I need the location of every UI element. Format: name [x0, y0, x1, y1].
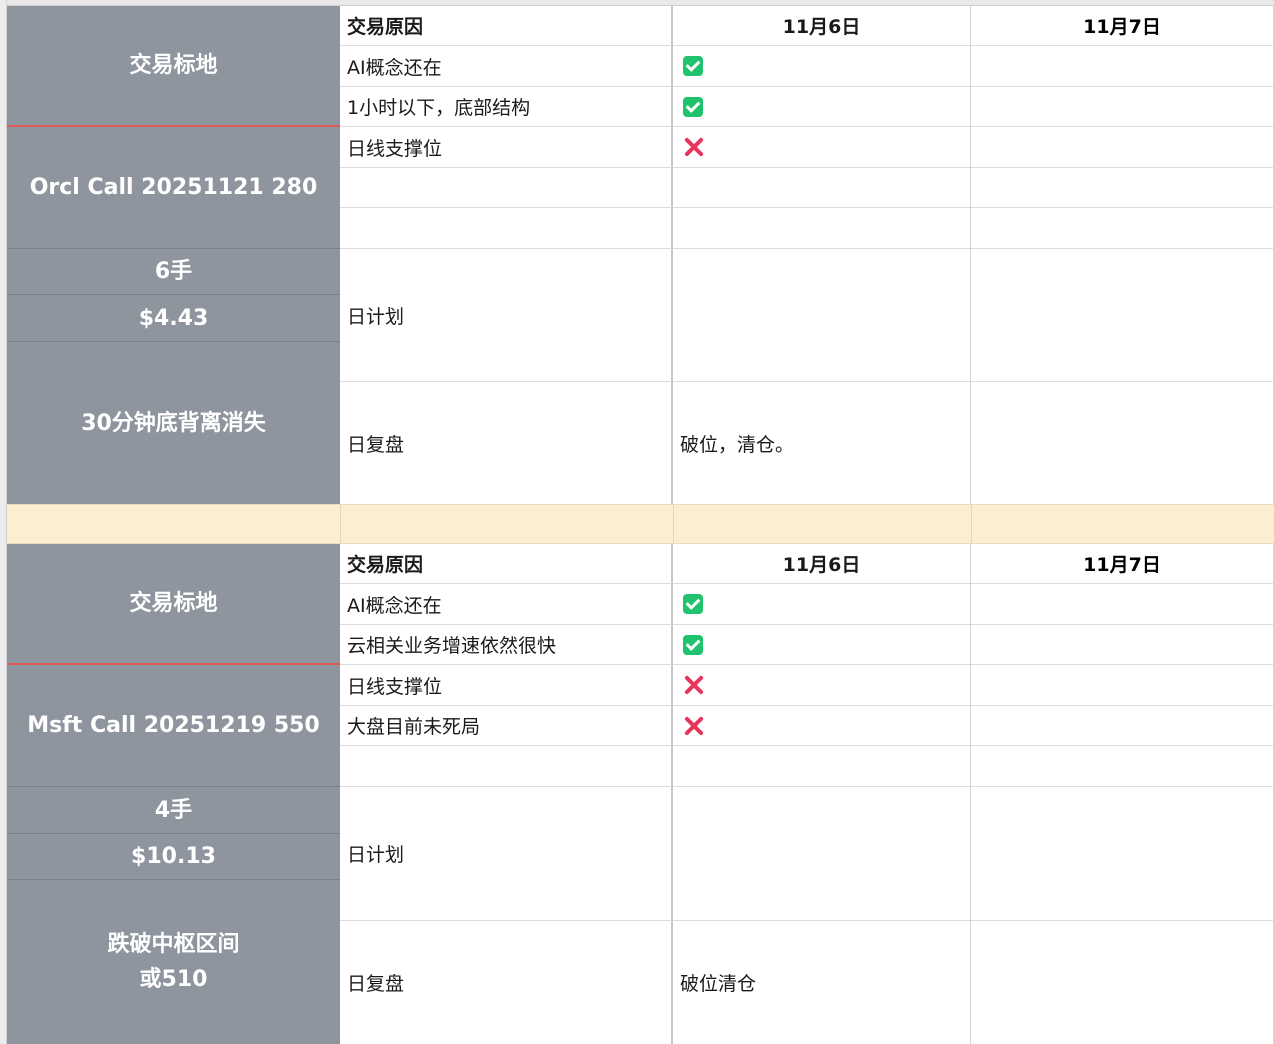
separator-gridline — [673, 505, 674, 543]
header-reason[interactable]: 交易原因 — [340, 6, 673, 46]
check-icon — [683, 594, 703, 614]
reason-cell[interactable]: 1小时以下，底部结构 — [340, 87, 673, 127]
daily-review-label[interactable]: 日复盘 — [340, 382, 673, 504]
check-icon — [683, 634, 703, 655]
daily-plan-label[interactable]: 日计划 — [340, 249, 673, 382]
separator-row[interactable] — [7, 504, 1274, 544]
separator-gridline — [971, 505, 972, 543]
day2-status-cell[interactable] — [971, 746, 1274, 787]
check-icon — [683, 56, 703, 76]
cross-icon — [683, 674, 705, 696]
daily-plan-day1[interactable] — [673, 787, 971, 921]
trade-block-msft: 交易标地 Msft Call 20251219 550 4手 $10.13 跌破… — [7, 544, 1274, 1044]
stop-condition-cell[interactable]: 跌破中枢区间 或510 — [7, 880, 340, 1044]
day2-status-cell[interactable] — [971, 208, 1274, 249]
reason-cell[interactable] — [340, 168, 673, 208]
stop-condition-cell[interactable]: 30分钟底背离消失 — [7, 342, 340, 504]
quantity-cell[interactable]: 4手 — [7, 787, 340, 834]
header-reason[interactable]: 交易原因 — [340, 544, 673, 584]
trade-target-label[interactable]: 交易标地 — [7, 6, 340, 127]
day1-status-cell[interactable] — [673, 168, 971, 208]
daily-plan-day2[interactable] — [971, 787, 1274, 921]
day1-status-cell[interactable] — [673, 46, 971, 87]
day1-status-cell[interactable] — [673, 584, 971, 625]
day1-status-cell[interactable] — [673, 706, 971, 746]
trade-target-label[interactable]: 交易标地 — [7, 544, 340, 665]
cross-icon — [683, 136, 705, 158]
header-day2[interactable]: 11月7日 — [971, 6, 1274, 46]
daily-review-day1[interactable]: 破位，清仓。 — [673, 382, 971, 504]
reason-cell[interactable]: 大盘目前未死局 — [340, 706, 673, 746]
separator-gridline — [340, 505, 341, 543]
day2-status-cell[interactable] — [971, 665, 1274, 706]
day1-status-cell[interactable] — [673, 665, 971, 706]
day2-status-cell[interactable] — [971, 127, 1274, 168]
day1-status-cell[interactable] — [673, 127, 971, 168]
daily-review-day1[interactable]: 破位清仓 — [673, 921, 971, 1044]
ticker-cell[interactable]: Msft Call 20251219 550 — [7, 665, 340, 787]
day2-status-cell[interactable] — [971, 168, 1274, 208]
reason-cell[interactable]: AI概念还在 — [340, 584, 673, 625]
entry-price-cell[interactable]: $4.43 — [7, 295, 340, 342]
quantity-cell[interactable]: 6手 — [7, 249, 340, 295]
day2-status-cell[interactable] — [971, 46, 1274, 87]
header-day1[interactable]: 11月6日 — [673, 6, 971, 46]
trade-block-orcl: 交易标地 Orcl Call 20251121 280 6手 $4.43 30分… — [7, 6, 1274, 504]
reason-cell[interactable]: 日线支撑位 — [340, 665, 673, 706]
reason-cell[interactable] — [340, 746, 673, 787]
reason-cell[interactable]: 云相关业务增速依然很快 — [340, 625, 673, 665]
ticker-cell[interactable]: Orcl Call 20251121 280 — [7, 127, 340, 249]
reason-cell[interactable]: 日线支撑位 — [340, 127, 673, 168]
day1-status-cell[interactable] — [673, 87, 971, 127]
daily-review-label[interactable]: 日复盘 — [340, 921, 673, 1044]
daily-plan-day1[interactable] — [673, 249, 971, 382]
daily-review-day2[interactable] — [971, 382, 1274, 504]
header-day2[interactable]: 11月7日 — [971, 544, 1274, 584]
entry-price-cell[interactable]: $10.13 — [7, 834, 340, 880]
reason-cell[interactable]: AI概念还在 — [340, 46, 673, 87]
day2-status-cell[interactable] — [971, 87, 1274, 127]
day2-status-cell[interactable] — [971, 625, 1274, 665]
day2-status-cell[interactable] — [971, 706, 1274, 746]
day2-status-cell[interactable] — [971, 584, 1274, 625]
reason-cell[interactable] — [340, 208, 673, 249]
check-icon — [683, 96, 703, 117]
daily-plan-day2[interactable] — [971, 249, 1274, 382]
header-day1[interactable]: 11月6日 — [673, 544, 971, 584]
daily-plan-label[interactable]: 日计划 — [340, 787, 673, 921]
cross-icon — [683, 715, 705, 737]
day1-status-cell[interactable] — [673, 625, 971, 665]
sheet-left-edge — [0, 0, 7, 1044]
day1-status-cell[interactable] — [673, 746, 971, 787]
day1-status-cell[interactable] — [673, 208, 971, 249]
daily-review-day2[interactable] — [971, 921, 1274, 1044]
